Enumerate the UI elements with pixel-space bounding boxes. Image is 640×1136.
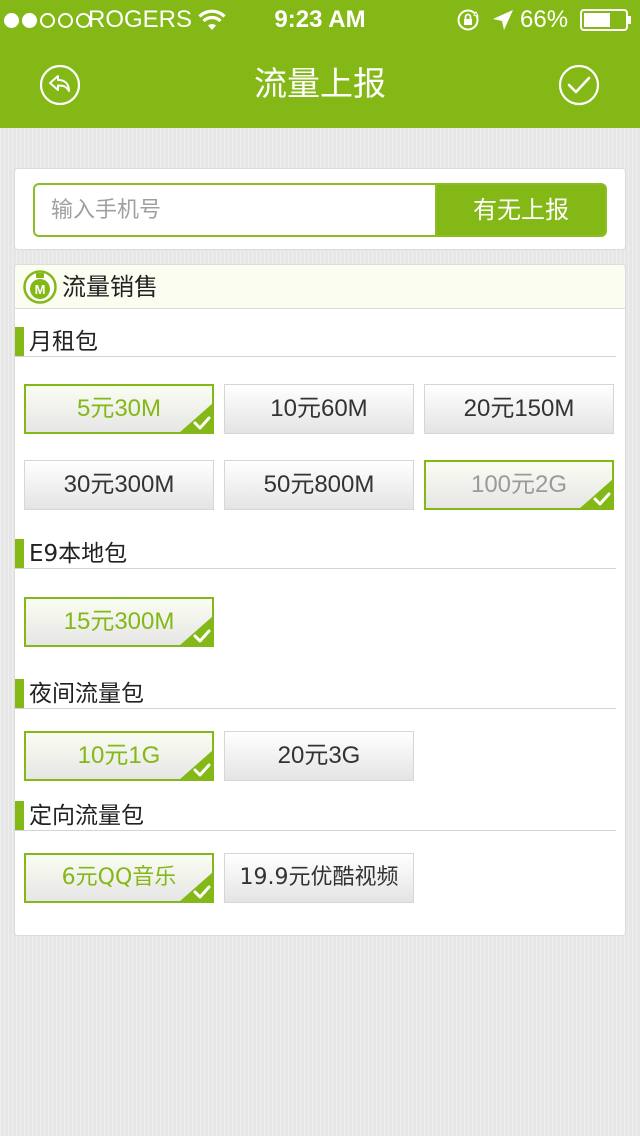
section-marker	[15, 801, 24, 831]
section-marker	[15, 679, 24, 709]
card-header: M 流量销售	[15, 265, 625, 309]
section-title: 月租包	[29, 329, 98, 355]
phone-number-input[interactable]	[33, 183, 437, 237]
page-title: 流量上报	[254, 64, 386, 103]
option-monthly-2[interactable]: 10元60M	[224, 384, 414, 434]
section-title: 定向流量包	[29, 803, 144, 829]
battery-percent: 66%	[520, 6, 569, 33]
section-marker	[15, 327, 24, 357]
option-monthly-6[interactable]: 100元2G	[424, 460, 614, 510]
check-circle-icon[interactable]	[558, 64, 600, 106]
option-night-2[interactable]: 20元3G	[224, 731, 414, 781]
divider	[15, 356, 616, 357]
report-check-button[interactable]: 有无上报	[435, 183, 607, 237]
option-monthly-4[interactable]: 30元300M	[24, 460, 214, 510]
selected-check-icon	[180, 750, 212, 779]
battery-icon	[580, 9, 631, 31]
option-monthly-3[interactable]: 20元150M	[424, 384, 614, 434]
section-title: E9本地包	[29, 541, 128, 567]
divider	[15, 708, 616, 709]
card-title: 流量销售	[62, 273, 158, 301]
m-badge-icon: M	[23, 270, 57, 304]
selected-check-icon	[580, 479, 612, 508]
rotation-lock-icon	[457, 9, 479, 31]
search-card: 有无上报	[14, 168, 626, 250]
option-monthly-1[interactable]: 5元30M	[24, 384, 214, 434]
option-targeted-1[interactable]: 6元QQ音乐	[24, 853, 214, 903]
option-targeted-2[interactable]: 19.9元优酷视频	[224, 853, 414, 903]
section-title: 夜间流量包	[29, 681, 144, 707]
selected-check-icon	[180, 403, 212, 432]
traffic-sales-card: M 流量销售 月租包 5元30M 10元60M 20元150M 30元300M …	[14, 264, 626, 936]
selected-check-icon	[180, 616, 212, 645]
option-night-1[interactable]: 10元1G	[24, 731, 214, 781]
status-bar: ROGERS 9:23 AM 66%	[0, 0, 640, 40]
option-monthly-5[interactable]: 50元800M	[224, 460, 414, 510]
svg-text:M: M	[35, 282, 46, 297]
top-bar: ROGERS 9:23 AM 66% 流量上报	[0, 0, 640, 128]
navigation-bar: 流量上报	[0, 40, 640, 128]
option-e9-1[interactable]: 15元300M	[24, 597, 214, 647]
divider	[15, 568, 616, 569]
location-arrow-icon	[493, 10, 513, 30]
section-marker	[15, 539, 24, 569]
selected-check-icon	[180, 872, 212, 901]
divider	[15, 830, 616, 831]
